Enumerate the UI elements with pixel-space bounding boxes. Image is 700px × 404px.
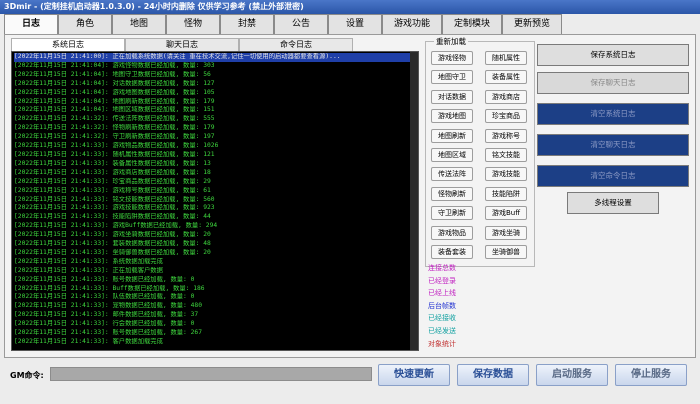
log-subtabs: 系统日志 聊天日志 命令日志	[11, 38, 353, 51]
stat-label: 已经上线	[428, 289, 456, 298]
reload-17-button[interactable]: 游戏Buff	[485, 206, 527, 221]
start-service-button[interactable]: 启动服务	[536, 364, 608, 386]
log-line: [2022年11月15日 21:41:33]: 游戏坐骑数据已经加载, 数量: …	[14, 231, 211, 239]
log-tab-panel: 系统日志 聊天日志 命令日志 [2022年11月15日 21:41:00]: 正…	[4, 34, 696, 358]
log-line: [2022年11月15日 21:41:33]: 邮件数据已经加载, 数量: 37	[14, 311, 199, 319]
reload-4-button[interactable]: 对话数据	[431, 89, 473, 104]
reload-12-button[interactable]: 传送法阵	[431, 167, 473, 182]
log-line: [2022年11月15日 21:41:33]: 游戏物品数据已经加载, 数量: …	[14, 142, 219, 150]
log-line: [2022年11月15日 21:41:33]: 客户数据加载完成	[14, 338, 163, 345]
tab-ban[interactable]: 封禁	[220, 14, 274, 34]
log-line: [2022年11月15日 21:41:33]: 套装数据数据已经加载, 数量: …	[14, 240, 211, 248]
log-line: [2022年11月15日 21:41:33]: 技能陷阱数据已经加载, 数量: …	[14, 213, 211, 221]
tab-update-preview[interactable]: 更新预览	[502, 14, 562, 34]
reload-18-button[interactable]: 游戏物品	[431, 225, 473, 240]
clear-chat-log-button[interactable]: 清空聊天日志	[537, 134, 689, 156]
log-line: [2022年11月15日 21:41:33]: 系统数据加载完成	[14, 257, 163, 265]
main-tabs: 日志 角色 地图 怪物 封禁 公告 设置 游戏功能 定制模块 更新预览	[4, 14, 562, 35]
stat-label: 连接总数	[428, 264, 456, 272]
log-line: [2022年11月15日 21:41:33]: 随机属性数据已经加载, 数量: …	[14, 150, 215, 158]
reload-11-button[interactable]: 铭文技能	[485, 148, 527, 162]
clear-command-log-button[interactable]: 清空命令日志	[537, 165, 689, 187]
system-log-console[interactable]: [2022年11月15日 21:41:00]: 正在加载系统数据(请关注 重在技…	[11, 51, 419, 351]
log-line: [2022年11月15日 21:41:32]: 守卫刷新数据已经加载, 数量: …	[14, 133, 215, 141]
log-line: [2022年11月15日 21:41:32]: 怪物刷新数据已经加载, 数量: …	[14, 124, 215, 132]
reload-19-button[interactable]: 游戏坐骑	[485, 225, 527, 240]
save-data-button[interactable]: 保存数据	[457, 364, 529, 386]
tab-chat-log[interactable]: 聊天日志	[125, 38, 239, 51]
log-line: [2022年11月15日 21:41:04]: 地图刷新数据已经加载, 数量: …	[14, 97, 215, 105]
log-line: [2022年11月15日 21:41:00]: 正在加载系统数据(请关注 重在技…	[14, 53, 416, 62]
reload-5-button[interactable]: 游戏商店	[485, 89, 527, 104]
tab-role[interactable]: 角色	[58, 14, 112, 34]
tab-log[interactable]: 日志	[4, 14, 58, 35]
log-line: [2022年11月15日 21:41:33]: 装备属性数据已经加载, 数量: …	[14, 159, 211, 167]
stat-label: 已经发送	[428, 327, 456, 335]
reload-16-button[interactable]: 守卫刷新	[431, 206, 473, 221]
reload-8-button[interactable]: 地图刷新	[431, 128, 473, 143]
log-line: [2022年11月15日 21:41:33]: 队伍数据已经加载, 数量: 0	[14, 293, 195, 301]
tab-map[interactable]: 地图	[112, 14, 166, 34]
log-line: [2022年11月15日 21:41:33]: 账号数据已经加载, 数量: 26…	[14, 329, 203, 337]
log-line: [2022年11月15日 21:41:33]: 游戏称号数据已经加载, 数量: …	[14, 186, 211, 194]
reload-9-button[interactable]: 游戏称号	[485, 128, 527, 143]
reload-group-title: 重新加载	[434, 36, 468, 47]
reload-3-button[interactable]: 装备属性	[485, 70, 527, 85]
save-system-log-button[interactable]: 保存系统日志	[537, 44, 689, 66]
save-chat-log-button[interactable]: 保存聊天日志	[537, 72, 689, 94]
gm-command-input[interactable]	[50, 367, 372, 381]
log-line: [2022年11月15日 21:41:04]: 地图守卫数据已经加载, 数量: …	[14, 70, 211, 78]
reload-0-button[interactable]: 游戏怪物	[431, 51, 473, 65]
stat-label: 后台帧数	[428, 301, 456, 310]
log-line: [2022年11月15日 21:41:33]: 游戏技能数据已经加载, 数量: …	[14, 204, 215, 212]
tab-command-log[interactable]: 命令日志	[239, 38, 353, 51]
log-line: [2022年11月15日 21:41:04]: 对话数据数据已经加载, 数量: …	[14, 79, 215, 87]
log-line: [2022年11月15日 21:41:04]: 游戏怪物数据已经加载, 数量: …	[14, 61, 215, 69]
clear-system-log-button[interactable]: 清空系统日志	[537, 103, 689, 125]
reload-1-button[interactable]: 随机属性	[485, 51, 527, 65]
tab-system-log[interactable]: 系统日志	[11, 38, 125, 51]
stat-label: 对象统计	[428, 339, 456, 348]
reload-13-button[interactable]: 游戏技能	[485, 167, 527, 182]
reload-6-button[interactable]: 游戏地图	[431, 109, 473, 124]
tab-game-features[interactable]: 游戏功能	[382, 14, 442, 34]
log-line: [2022年11月15日 21:41:33]: 账号数据已经加载, 数量: 0	[14, 275, 195, 283]
reload-21-button[interactable]: 坐骑御兽	[485, 245, 527, 259]
reload-10-button[interactable]: 地图区域	[431, 148, 473, 162]
log-line: [2022年11月15日 21:41:33]: 铭文技能数据已经加载, 数量: …	[14, 195, 215, 203]
stop-service-button[interactable]: 停止服务	[615, 364, 687, 386]
log-line: [2022年11月15日 21:41:04]: 地图区域数据已经加载, 数量: …	[14, 106, 215, 114]
reload-2-button[interactable]: 地图守卫	[431, 70, 473, 85]
log-line: [2022年11月15日 21:41:33]: 游戏商店数据已经加载, 数量: …	[14, 168, 211, 176]
stat-label: 已经登录	[428, 276, 456, 285]
reload-14-button[interactable]: 怪物刷新	[431, 186, 473, 201]
reload-group: 重新加载 游戏怪物 随机属性 地图守卫 装备属性 对话数据 游戏商店 游戏地图 珍宝商品 地图刷…	[425, 36, 535, 267]
log-line: [2022年11月15日 21:41:32]: 传送法阵数据已经加载, 数量: …	[14, 115, 215, 123]
log-line: [2022年11月15日 21:41:33]: 宠物数据已经加载, 数量: 48…	[14, 302, 203, 310]
log-line: [2022年11月15日 21:41:33]: 坐骑御兽数据已经加载, 数量: …	[14, 248, 211, 256]
log-line: [2022年11月15日 21:41:33]: 珍宝商品数据已经加载, 数量: …	[14, 177, 211, 185]
tab-settings[interactable]: 设置	[328, 14, 382, 34]
tab-notice[interactable]: 公告	[274, 14, 328, 34]
log-line: [2022年11月15日 21:41:33]: Buff数据已经加载, 数量: …	[14, 284, 205, 292]
quick-update-button[interactable]: 快速更新	[378, 364, 450, 386]
log-line: [2022年11月15日 21:41:33]: 游戏Buff数据已经加载, 数量…	[14, 222, 218, 230]
tab-monster[interactable]: 怪物	[166, 14, 220, 34]
log-scrollbar[interactable]	[410, 52, 418, 350]
multithread-settings-button[interactable]: 多线程设置	[567, 192, 659, 214]
window-title: 3Dmir - (定制挂机启动器1.0.3.0) - 24小时内删除 仅供学习参…	[0, 0, 700, 14]
log-line: [2022年11月15日 21:41:04]: 游戏地图数据已经加载, 数量: …	[14, 88, 215, 96]
reload-7-button[interactable]: 珍宝商品	[485, 109, 527, 124]
log-line: [2022年11月15日 21:41:33]: 行会数据已经加载, 数量: 0	[14, 320, 195, 328]
stat-label: 已经接收	[428, 314, 456, 323]
reload-15-button[interactable]: 技能陷阱	[485, 186, 527, 201]
tab-custom-modules[interactable]: 定制模块	[442, 14, 502, 34]
reload-20-button[interactable]: 装备套装	[431, 245, 473, 259]
gm-command-label: GM命令:	[10, 371, 44, 380]
log-line: [2022年11月15日 21:41:33]: 正在加载客户数据	[14, 266, 163, 274]
